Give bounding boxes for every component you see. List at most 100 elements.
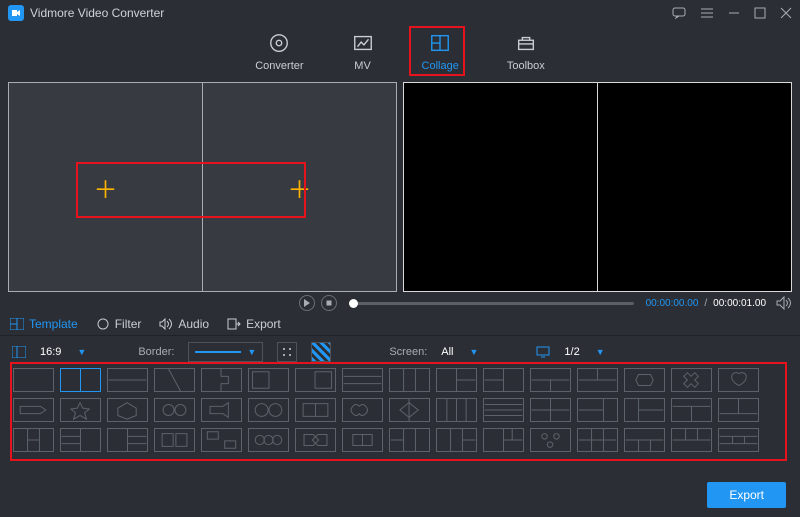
sub-tabs: Template Filter Audio Export — [0, 313, 800, 336]
border-label: Border: — [138, 346, 174, 358]
template-thumb[interactable] — [483, 428, 524, 452]
template-thumb[interactable] — [577, 398, 618, 422]
tab-toolbox[interactable]: Toolbox — [507, 32, 545, 72]
play-button[interactable] — [299, 295, 315, 311]
template-thumb[interactable] — [295, 368, 336, 392]
template-row — [13, 398, 787, 422]
template-thumb[interactable] — [60, 398, 101, 422]
footer: Export — [0, 473, 800, 517]
aspect-ratio-icon — [12, 346, 26, 358]
template-thumb[interactable] — [342, 398, 383, 422]
template-thumb[interactable] — [389, 398, 430, 422]
template-thumb[interactable] — [13, 428, 54, 452]
template-thumb[interactable] — [342, 368, 383, 392]
template-thumb[interactable] — [154, 428, 195, 452]
subtab-audio-label: Audio — [178, 317, 209, 331]
close-button[interactable] — [780, 7, 792, 19]
subtab-export[interactable]: Export — [227, 317, 281, 331]
template-thumb[interactable] — [436, 428, 477, 452]
preview-slot-1 — [404, 83, 598, 291]
screen-value[interactable]: All — [441, 346, 453, 358]
template-thumb[interactable] — [201, 368, 242, 392]
template-thumb[interactable] — [154, 398, 195, 422]
template-thumb[interactable] — [248, 398, 289, 422]
template-thumb[interactable] — [671, 368, 712, 392]
template-thumb[interactable] — [60, 368, 101, 392]
template-thumb[interactable] — [671, 428, 712, 452]
tab-collage[interactable]: Collage — [422, 32, 459, 72]
titlebar: Vidmore Video Converter — [0, 0, 800, 26]
chevron-down-icon[interactable]: ▼ — [470, 347, 479, 357]
collage-canvas[interactable]: ＋ ＋ — [8, 82, 397, 292]
template-thumb[interactable] — [718, 368, 759, 392]
template-thumb[interactable] — [624, 398, 665, 422]
template-thumb[interactable] — [13, 368, 54, 392]
collage-slot-2[interactable]: ＋ — [203, 83, 396, 291]
template-thumb[interactable] — [107, 368, 148, 392]
aspect-ratio-value[interactable]: 16:9 — [40, 346, 61, 358]
template-thumb[interactable] — [107, 428, 148, 452]
chevron-down-icon[interactable]: ▼ — [596, 347, 605, 357]
template-thumb[interactable] — [248, 368, 289, 392]
audio-icon — [159, 318, 173, 330]
progress-knob[interactable] — [349, 299, 358, 308]
volume-icon[interactable] — [776, 296, 792, 310]
app-title: Vidmore Video Converter — [30, 6, 164, 20]
mv-icon — [352, 32, 374, 54]
template-thumb[interactable] — [60, 428, 101, 452]
export-button[interactable]: Export — [707, 482, 786, 508]
subtab-filter-label: Filter — [115, 317, 142, 331]
subtab-template-label: Template — [29, 317, 78, 331]
chevron-down-icon[interactable]: ▼ — [77, 347, 86, 357]
template-thumb[interactable] — [530, 428, 571, 452]
subtab-audio[interactable]: Audio — [159, 317, 209, 331]
border-pattern-button[interactable] — [311, 342, 331, 362]
tab-mv[interactable]: MV — [352, 32, 374, 72]
template-thumb[interactable] — [530, 368, 571, 392]
stop-button[interactable] — [321, 295, 337, 311]
template-thumb[interactable] — [342, 428, 383, 452]
template-thumb[interactable] — [389, 428, 430, 452]
template-thumb[interactable] — [483, 368, 524, 392]
minimize-button[interactable] — [728, 7, 740, 19]
subtab-filter[interactable]: Filter — [96, 317, 142, 331]
page-value[interactable]: 1/2 — [564, 346, 579, 358]
template-thumb[interactable] — [107, 398, 148, 422]
template-thumb[interactable] — [671, 398, 712, 422]
border-style-select[interactable]: ▼ — [188, 342, 263, 362]
template-thumb[interactable] — [436, 368, 477, 392]
filter-icon — [96, 318, 110, 330]
template-thumb[interactable] — [389, 368, 430, 392]
template-thumb[interactable] — [483, 398, 524, 422]
template-thumb[interactable] — [577, 428, 618, 452]
template-thumb[interactable] — [718, 428, 759, 452]
template-thumb[interactable] — [154, 368, 195, 392]
template-thumb[interactable] — [201, 398, 242, 422]
template-thumb[interactable] — [624, 428, 665, 452]
add-media-icon: ＋ — [288, 170, 312, 205]
template-thumb[interactable] — [201, 428, 242, 452]
chevron-down-icon: ▼ — [247, 347, 256, 357]
border-color-button[interactable] — [277, 342, 297, 362]
template-thumb[interactable] — [436, 398, 477, 422]
progress-bar[interactable] — [349, 302, 634, 305]
subtab-template[interactable]: Template — [10, 317, 78, 331]
template-thumb[interactable] — [577, 368, 618, 392]
template-thumb[interactable] — [248, 428, 289, 452]
template-thumb[interactable] — [718, 398, 759, 422]
tab-converter[interactable]: Converter — [255, 32, 303, 72]
collage-slot-1[interactable]: ＋ — [9, 83, 203, 291]
template-thumb[interactable] — [13, 398, 54, 422]
export-icon — [227, 318, 241, 330]
tab-toolbox-label: Toolbox — [507, 60, 545, 72]
player-bar: 00:00:00.00/00:00:01.00 — [0, 292, 800, 312]
template-thumb[interactable] — [624, 368, 665, 392]
maximize-button[interactable] — [754, 7, 766, 19]
preview-slot-2 — [598, 83, 791, 291]
template-thumb[interactable] — [295, 398, 336, 422]
feedback-icon[interactable] — [672, 7, 686, 19]
template-thumb[interactable] — [530, 398, 571, 422]
template-thumb[interactable] — [295, 428, 336, 452]
menu-icon[interactable] — [700, 7, 714, 19]
template-grid — [0, 368, 800, 458]
